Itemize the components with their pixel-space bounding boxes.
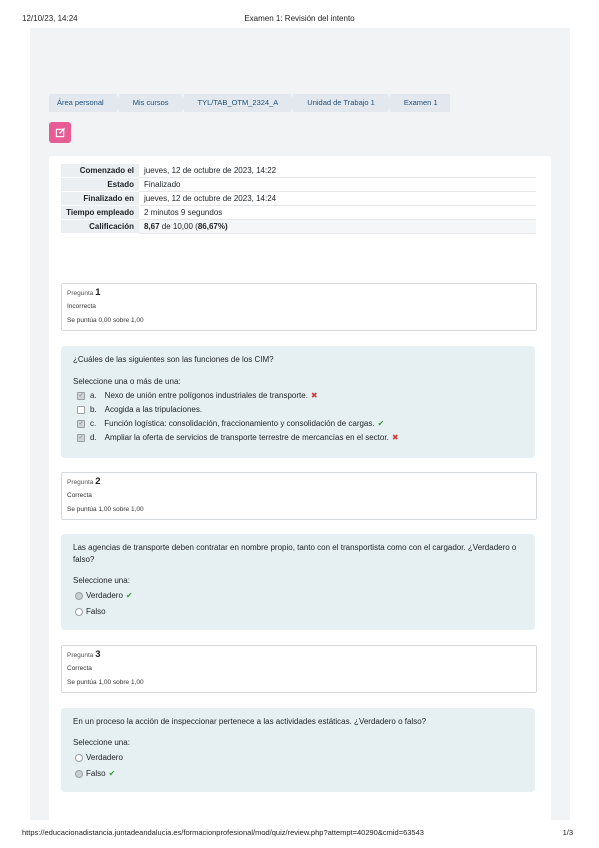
correct-icon: ✔ — [108, 769, 116, 778]
checkbox[interactable]: ✓ — [77, 419, 85, 428]
question-info-2: Pregunta 2 Correcta Se puntúa 1,00 sobre… — [61, 472, 537, 520]
print-title: Examen 1: Revisión del intento — [244, 14, 355, 23]
summary-row-started: Comenzado el jueves, 12 de octubre de 20… — [61, 164, 536, 178]
summary-label: Finalizado en — [61, 191, 139, 206]
answer-option-false[interactable]: Falso — [75, 607, 106, 616]
summary-value: jueves, 12 de octubre de 2023, 14:22 — [139, 164, 536, 178]
question-number: Pregunta 1 — [67, 287, 101, 298]
question-number: Pregunta 2 — [67, 476, 101, 487]
summary-label: Tiempo empleado — [61, 205, 139, 220]
answer-option-d[interactable]: ✓ d. Ampliar la oferta de servicios de t… — [77, 433, 399, 442]
grade-score: 8,67 — [144, 222, 160, 231]
summary-value: 2 minutos 9 segundos — [139, 205, 536, 220]
review-content: Comenzado el jueves, 12 de octubre de 20… — [49, 156, 551, 820]
breadcrumb-exam[interactable]: Examen 1 — [389, 94, 450, 112]
print-header: 12/10/23, 14:24 Examen 1: Revisión del i… — [0, 0, 599, 28]
correct-icon: ✔ — [377, 419, 385, 428]
breadcrumb-home[interactable]: Área personal — [49, 94, 123, 112]
question-grade: Se puntúa 1,00 sobre 1,00 — [67, 679, 144, 686]
grade-close: ) — [224, 222, 228, 231]
breadcrumb: Área personal Mis cursos TYL/TAB_OTM_232… — [49, 94, 453, 112]
incorrect-icon: ✖ — [310, 391, 318, 400]
question-text-3: En un proceso la acción de inspeccionar … — [61, 708, 535, 792]
answer-option-false[interactable]: Falso ✔ — [75, 769, 115, 778]
attempt-summary: Comenzado el jueves, 12 de octubre de 20… — [61, 164, 536, 234]
question-number: Pregunta 3 — [67, 649, 101, 660]
summary-label: Calificación — [61, 219, 139, 234]
checkbox[interactable]: ✓ — [77, 391, 85, 400]
question-prompt: Las agencias de transporte deben contrat… — [73, 543, 517, 564]
checkbox[interactable]: ✓ — [77, 433, 85, 442]
question-info-3: Pregunta 3 Correcta Se puntúa 1,00 sobre… — [61, 645, 537, 693]
grade-rest: de 10,00 ( — [159, 222, 198, 231]
question-info-1: Pregunta 1 Incorrecta Se puntúa 0,00 sob… — [61, 283, 537, 331]
answer-option-true[interactable]: Verdadero ✔ — [75, 591, 133, 600]
breadcrumb-my-courses[interactable]: Mis cursos — [118, 94, 188, 112]
question-instruction: Seleccione una: — [73, 576, 130, 585]
radio-button[interactable] — [75, 591, 83, 600]
summary-label: Estado — [61, 177, 139, 192]
radio-button[interactable] — [75, 753, 83, 762]
question-state: Correcta — [67, 492, 92, 499]
question-instruction: Seleccione una o más de una: — [73, 377, 181, 386]
edit-icon — [55, 127, 65, 138]
edit-button[interactable] — [49, 122, 71, 143]
question-state: Correcta — [67, 665, 92, 672]
question-text-2: Las agencias de transporte deben contrat… — [61, 534, 535, 630]
answer-option-a[interactable]: ✓ a. Nexo de unión entre polígonos indus… — [77, 391, 318, 400]
answer-option-c[interactable]: ✓ c. Función logística: consolidación, f… — [77, 419, 384, 428]
print-url: https://educacionadistancia.juntadeandal… — [22, 828, 424, 837]
question-grade: Se puntúa 0,00 sobre 1,00 — [67, 317, 144, 324]
correct-icon: ✔ — [125, 591, 133, 600]
question-prompt: ¿Cuáles de las siguientes son las funcio… — [73, 355, 274, 364]
question-grade: Se puntúa 1,00 sobre 1,00 — [67, 506, 144, 513]
print-footer: https://educacionadistancia.juntadeandal… — [0, 822, 599, 848]
breadcrumb-unit[interactable]: Unidad de Trabajo 1 — [293, 94, 394, 112]
answer-option-b[interactable]: b. Acogida a las tripulaciones. — [77, 405, 202, 414]
summary-row-time: Tiempo empleado 2 minutos 9 segundos — [61, 205, 536, 220]
summary-value: 8,67 de 10,00 (86,67%) — [139, 219, 536, 234]
breadcrumb-course[interactable]: TYL/TAB_OTM_2324_A — [183, 94, 297, 112]
question-state: Incorrecta — [67, 303, 96, 310]
summary-row-finished: Finalizado en jueves, 12 de octubre de 2… — [61, 191, 536, 206]
summary-row-state: Estado Finalizado — [61, 177, 536, 192]
radio-button[interactable] — [75, 769, 83, 778]
question-text-1: ¿Cuáles de las siguientes son las funcio… — [61, 346, 535, 458]
summary-value: jueves, 12 de octubre de 2023, 14:24 — [139, 191, 536, 206]
print-page-number: 1/3 — [562, 828, 573, 837]
page-area: Área personal Mis cursos TYL/TAB_OTM_232… — [30, 28, 570, 820]
answer-option-true[interactable]: Verdadero — [75, 753, 123, 762]
question-prompt: En un proceso la acción de inspeccionar … — [73, 717, 427, 726]
checkbox[interactable] — [77, 405, 85, 414]
summary-value: Finalizado — [139, 177, 536, 192]
question-instruction: Seleccione una: — [73, 738, 130, 747]
radio-button[interactable] — [75, 607, 83, 616]
summary-row-grade: Calificación 8,67 de 10,00 (86,67%) — [61, 219, 536, 234]
summary-label: Comenzado el — [61, 164, 139, 178]
incorrect-icon: ✖ — [391, 433, 399, 442]
grade-percent: 86,67% — [197, 222, 225, 231]
